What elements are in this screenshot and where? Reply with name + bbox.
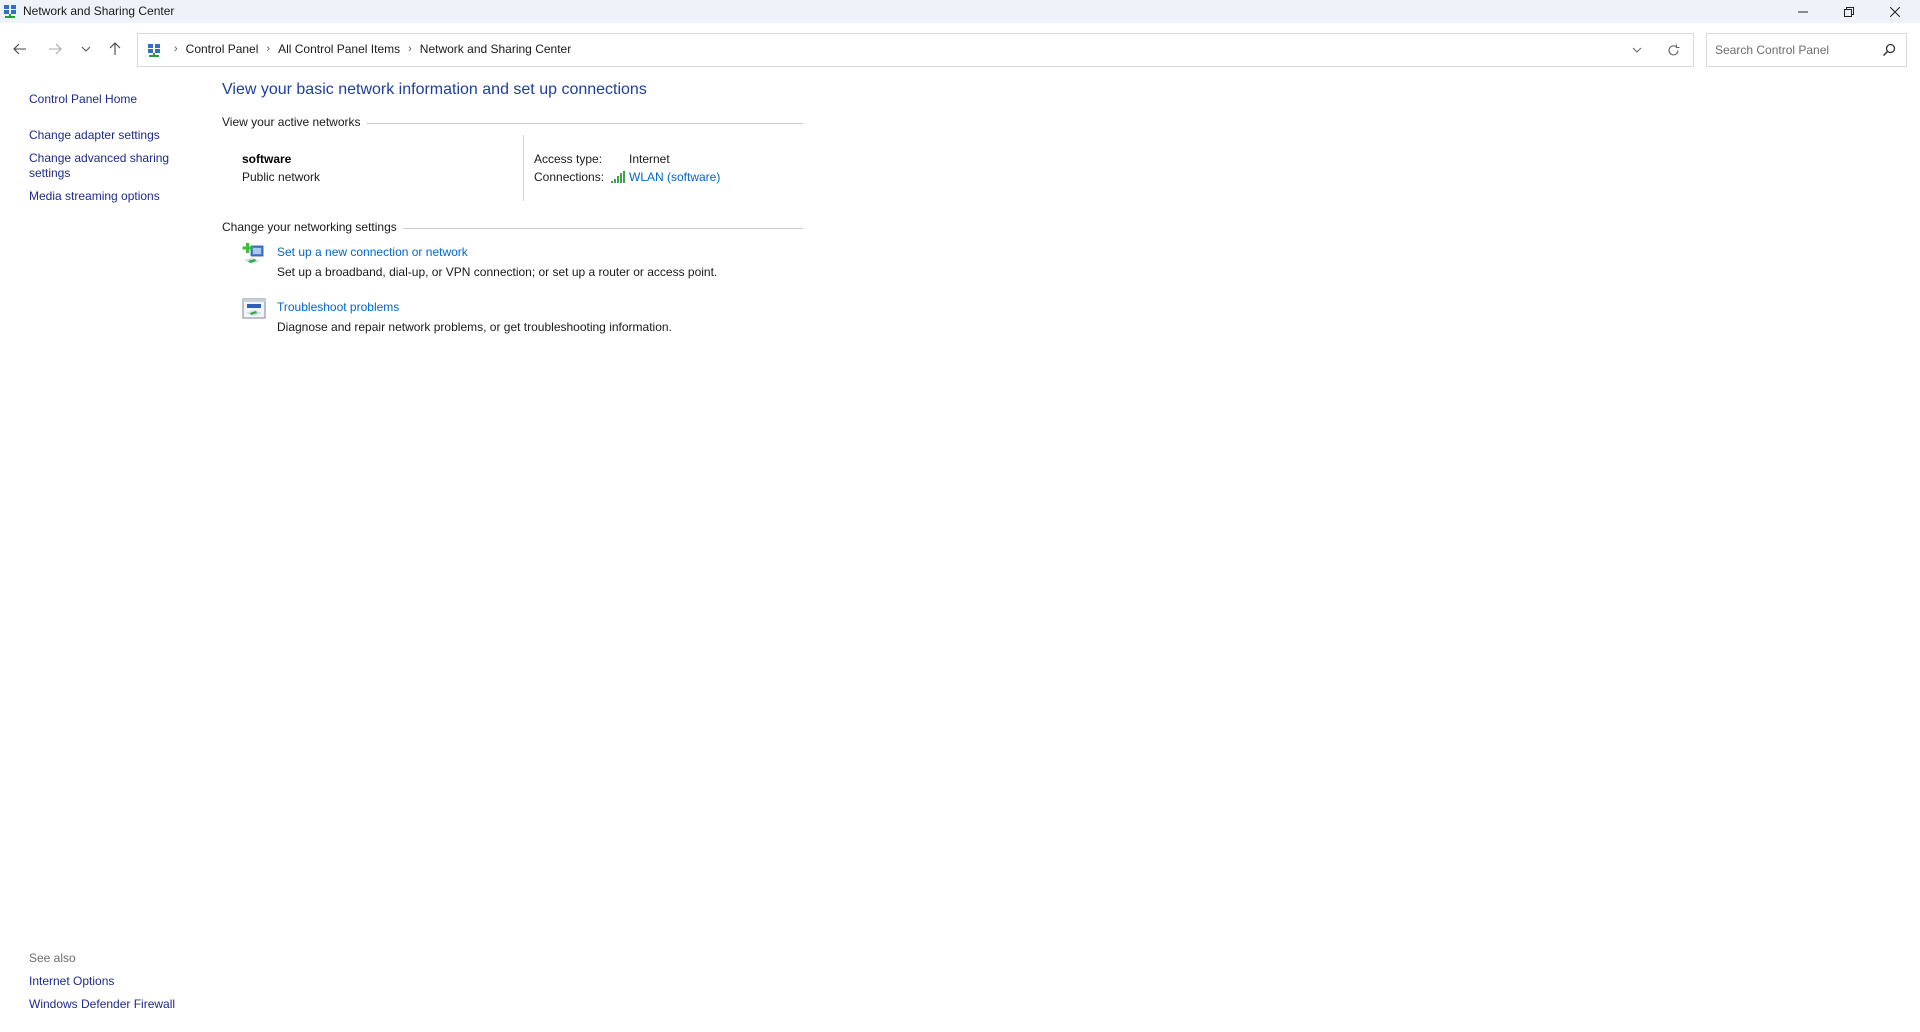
see-also-heading: See also xyxy=(29,951,76,965)
sidebar-media-streaming-options[interactable]: Media streaming options xyxy=(29,189,160,204)
chevron-down-icon xyxy=(81,46,91,52)
back-button[interactable] xyxy=(8,38,32,60)
sidebar-change-advanced-sharing-settings[interactable]: Change advanced sharing settings xyxy=(29,151,179,181)
window-title: Network and Sharing Center xyxy=(23,4,175,18)
up-arrow-icon xyxy=(109,42,121,55)
breadcrumb-separator[interactable]: › xyxy=(174,43,178,55)
network-category[interactable]: Public network xyxy=(242,170,320,184)
section-divider xyxy=(402,227,803,229)
close-button[interactable] xyxy=(1872,0,1918,23)
active-networks-header: View your active networks xyxy=(222,115,803,129)
troubleshoot-problems-link[interactable]: Troubleshoot problems xyxy=(277,300,399,314)
change-settings-header: Change your networking settings xyxy=(222,220,803,234)
network-center-icon xyxy=(148,44,160,57)
forward-arrow-icon xyxy=(49,43,62,55)
see-also-internet-options[interactable]: Internet Options xyxy=(29,974,114,989)
restore-icon xyxy=(1844,6,1854,17)
troubleshoot-icon xyxy=(242,298,266,319)
back-arrow-icon xyxy=(13,43,26,55)
recent-locations-button[interactable] xyxy=(74,38,98,60)
breadcrumb-all-control-panel-items[interactable]: All Control Panel Items xyxy=(278,42,400,56)
breadcrumb-control-panel[interactable]: Control Panel xyxy=(186,42,259,56)
wifi-signal-icon xyxy=(611,171,625,183)
vertical-divider xyxy=(523,135,524,201)
see-also-windows-defender-firewall[interactable]: Windows Defender Firewall xyxy=(29,997,175,1012)
address-history-button[interactable] xyxy=(1629,42,1645,58)
access-type-label: Access type: xyxy=(534,152,603,166)
close-icon xyxy=(1890,6,1900,17)
new-connection-icon xyxy=(242,243,264,264)
change-settings-heading: Change your networking settings xyxy=(222,220,397,234)
sidebar-control-panel-home[interactable]: Control Panel Home xyxy=(29,92,137,107)
refresh-button[interactable] xyxy=(1665,42,1681,58)
title-bar: Network and Sharing Center xyxy=(0,0,1920,23)
sidebar-change-adapter-settings[interactable]: Change adapter settings xyxy=(29,128,160,143)
restore-button[interactable] xyxy=(1826,0,1872,23)
setup-new-connection-link[interactable]: Set up a new connection or network xyxy=(277,245,468,259)
refresh-icon xyxy=(1667,44,1679,55)
up-button[interactable] xyxy=(103,38,127,60)
search-input[interactable] xyxy=(1713,41,1873,59)
address-bar[interactable]: › Control Panel › All Control Panel Item… xyxy=(137,33,1694,67)
breadcrumb-separator[interactable]: › xyxy=(408,43,412,55)
connections-label: Connections: xyxy=(534,170,605,184)
breadcrumb-separator[interactable]: › xyxy=(266,43,270,55)
access-type-value: Internet xyxy=(629,152,670,166)
connection-link-wlan[interactable]: WLAN (software) xyxy=(629,170,720,184)
page-title: View your basic network information and … xyxy=(222,81,647,98)
network-name: software xyxy=(242,152,292,166)
active-networks-heading: View your active networks xyxy=(222,115,361,129)
minimize-button[interactable] xyxy=(1780,0,1826,23)
troubleshoot-problems-description: Diagnose and repair network problems, or… xyxy=(277,320,672,334)
chevron-down-icon xyxy=(1632,47,1642,53)
setup-new-connection-description: Set up a broadband, dial-up, or VPN conn… xyxy=(277,265,718,279)
search-icon[interactable] xyxy=(1882,43,1896,57)
section-divider xyxy=(366,122,803,124)
search-box[interactable] xyxy=(1706,33,1907,67)
breadcrumb-network-and-sharing-center[interactable]: Network and Sharing Center xyxy=(420,42,571,56)
network-center-icon xyxy=(4,5,16,18)
breadcrumb: › Control Panel › All Control Panel Item… xyxy=(166,42,571,56)
forward-button[interactable] xyxy=(43,38,67,60)
minimize-icon xyxy=(1798,11,1808,12)
